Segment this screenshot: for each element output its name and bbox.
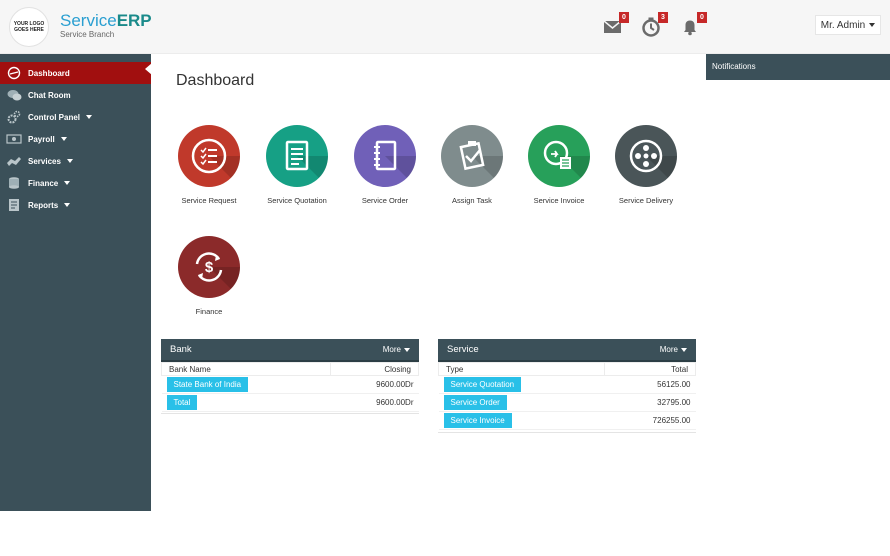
bank-table: Bank Name Closing State Bank of India 96… — [160, 362, 419, 412]
sidebar-label-dashboard: Dashboard — [28, 68, 70, 78]
report-icon — [6, 198, 22, 212]
chevron-down-icon — [64, 203, 71, 207]
tile-finance[interactable]: $ Finance — [154, 236, 264, 316]
service-panel-header: Service More — [438, 339, 696, 362]
sidebar-item-payroll[interactable]: Payroll — [0, 128, 151, 150]
total-link[interactable]: Total — [166, 395, 198, 410]
brand-name: ServiceERP — [60, 12, 152, 30]
logo-line-2: GOES HERE — [14, 27, 44, 33]
bank-panel-header: Bank More — [161, 339, 419, 362]
app-root: YOUR LOGO GOES HERE ServiceERP Service B… — [0, 0, 890, 556]
service-more-button[interactable]: More — [660, 345, 687, 354]
sidebar-item-control-panel[interactable]: Control Panel — [0, 106, 151, 128]
svg-text:$: $ — [205, 259, 214, 276]
messages-button[interactable]: 0 — [601, 12, 629, 40]
gears-icon — [6, 110, 22, 124]
sidebar-item-reports[interactable]: Reports — [0, 194, 151, 216]
more-label: More — [659, 345, 678, 354]
sidebar-item-finance[interactable]: Finance — [0, 172, 151, 194]
column-header-bank-name: Bank Name — [160, 362, 332, 376]
dollar-cycle-icon: $ — [178, 236, 240, 298]
sidebar: Dashboard Chat Room Control Panel Payrol… — [0, 54, 151, 511]
service-type-link[interactable]: Service Quotation — [443, 377, 522, 392]
coins-icon — [6, 176, 22, 190]
chevron-down-icon — [869, 23, 876, 27]
notebook-icon — [354, 125, 416, 187]
notifications-header: Notifications — [706, 54, 890, 80]
service-type-link[interactable]: Service Invoice — [443, 413, 512, 428]
brand-subtitle: Service Branch — [60, 30, 115, 39]
column-header-total: Total — [604, 362, 696, 376]
total-value: 32795.00 — [604, 393, 696, 412]
handshake-icon — [6, 154, 22, 168]
sidebar-item-dashboard[interactable]: Dashboard — [0, 62, 151, 84]
bell-badge: 0 — [697, 12, 707, 23]
chat-icon — [6, 88, 22, 102]
table-row: Service Invoice 726255.00 — [438, 411, 696, 430]
film-reel-icon — [615, 125, 677, 187]
table-row: Service Quotation 56125.00 — [438, 375, 696, 394]
tile-label: Finance — [195, 307, 223, 316]
bank-more-button[interactable]: More — [383, 345, 410, 354]
table-row: State Bank of India 9600.00Dr — [161, 375, 419, 394]
bank-link[interactable]: State Bank of India — [166, 377, 249, 392]
chevron-down-icon — [66, 159, 73, 163]
company-logo[interactable]: YOUR LOGO GOES HERE — [9, 7, 49, 47]
clipboard-check-icon — [441, 125, 503, 187]
service-request-icon — [178, 125, 240, 187]
chevron-down-icon — [60, 137, 67, 141]
timer-button[interactable]: 3 — [640, 12, 668, 40]
sidebar-label-chat-room: Chat Room — [28, 90, 71, 100]
dashboard-icon — [6, 66, 22, 80]
column-header-type: Type — [437, 362, 606, 376]
sidebar-label-control-panel: Control Panel — [28, 112, 81, 122]
bank-panel: Bank More Bank Name Closing State Bank o… — [160, 339, 419, 414]
brand-service: Service — [60, 11, 117, 30]
document-icon — [266, 125, 328, 187]
chevron-down-icon — [64, 181, 71, 185]
closing-value: 9600.00Dr — [330, 375, 419, 394]
more-label: More — [382, 345, 401, 354]
chevron-down-icon — [681, 347, 687, 352]
bank-panel-title: Bank — [170, 344, 192, 355]
user-menu-button[interactable]: Mr. Admin — [815, 15, 881, 35]
service-panel-title: Service — [447, 344, 479, 355]
sidebar-label-services: Services — [28, 156, 61, 166]
sidebar-label-reports: Reports — [28, 200, 59, 210]
user-name: Mr. Admin — [820, 19, 866, 31]
closing-value: 9600.00Dr — [330, 393, 419, 412]
top-header: YOUR LOGO GOES HERE ServiceERP Service B… — [0, 0, 890, 54]
mail-badge: 0 — [619, 12, 629, 23]
chevron-down-icon — [86, 115, 93, 119]
sidebar-item-services[interactable]: Services — [0, 150, 151, 172]
sidebar-label-finance: Finance — [28, 178, 59, 188]
brand-erp: ERP — [116, 11, 152, 30]
sidebar-item-chat-room[interactable]: Chat Room — [0, 84, 151, 106]
clock-badge: 3 — [658, 12, 668, 23]
active-indicator — [145, 63, 152, 75]
total-value: 726255.00 — [604, 411, 696, 430]
alerts-button[interactable]: 0 — [679, 12, 707, 40]
column-header-closing: Closing — [330, 362, 419, 376]
sidebar-label-payroll: Payroll — [28, 134, 55, 144]
payroll-icon — [6, 132, 22, 146]
table-row: Total 9600.00Dr — [161, 393, 419, 412]
service-type-link[interactable]: Service Order — [443, 395, 507, 410]
chevron-down-icon — [404, 347, 410, 352]
service-table: Type Total Service Quotation 56125.00 Se… — [437, 362, 696, 430]
tile-label: Service Delivery — [618, 196, 674, 205]
page-title: Dashboard — [176, 72, 255, 89]
total-value: 56125.00 — [604, 375, 696, 394]
service-panel: Service More Type Total Service Quotatio… — [437, 339, 696, 433]
brand: ServiceERP Service Branch — [60, 12, 152, 40]
invoice-icon — [528, 125, 590, 187]
table-row: Service Order 32795.00 — [438, 393, 696, 412]
tile-service-delivery[interactable]: Service Delivery — [591, 125, 701, 205]
